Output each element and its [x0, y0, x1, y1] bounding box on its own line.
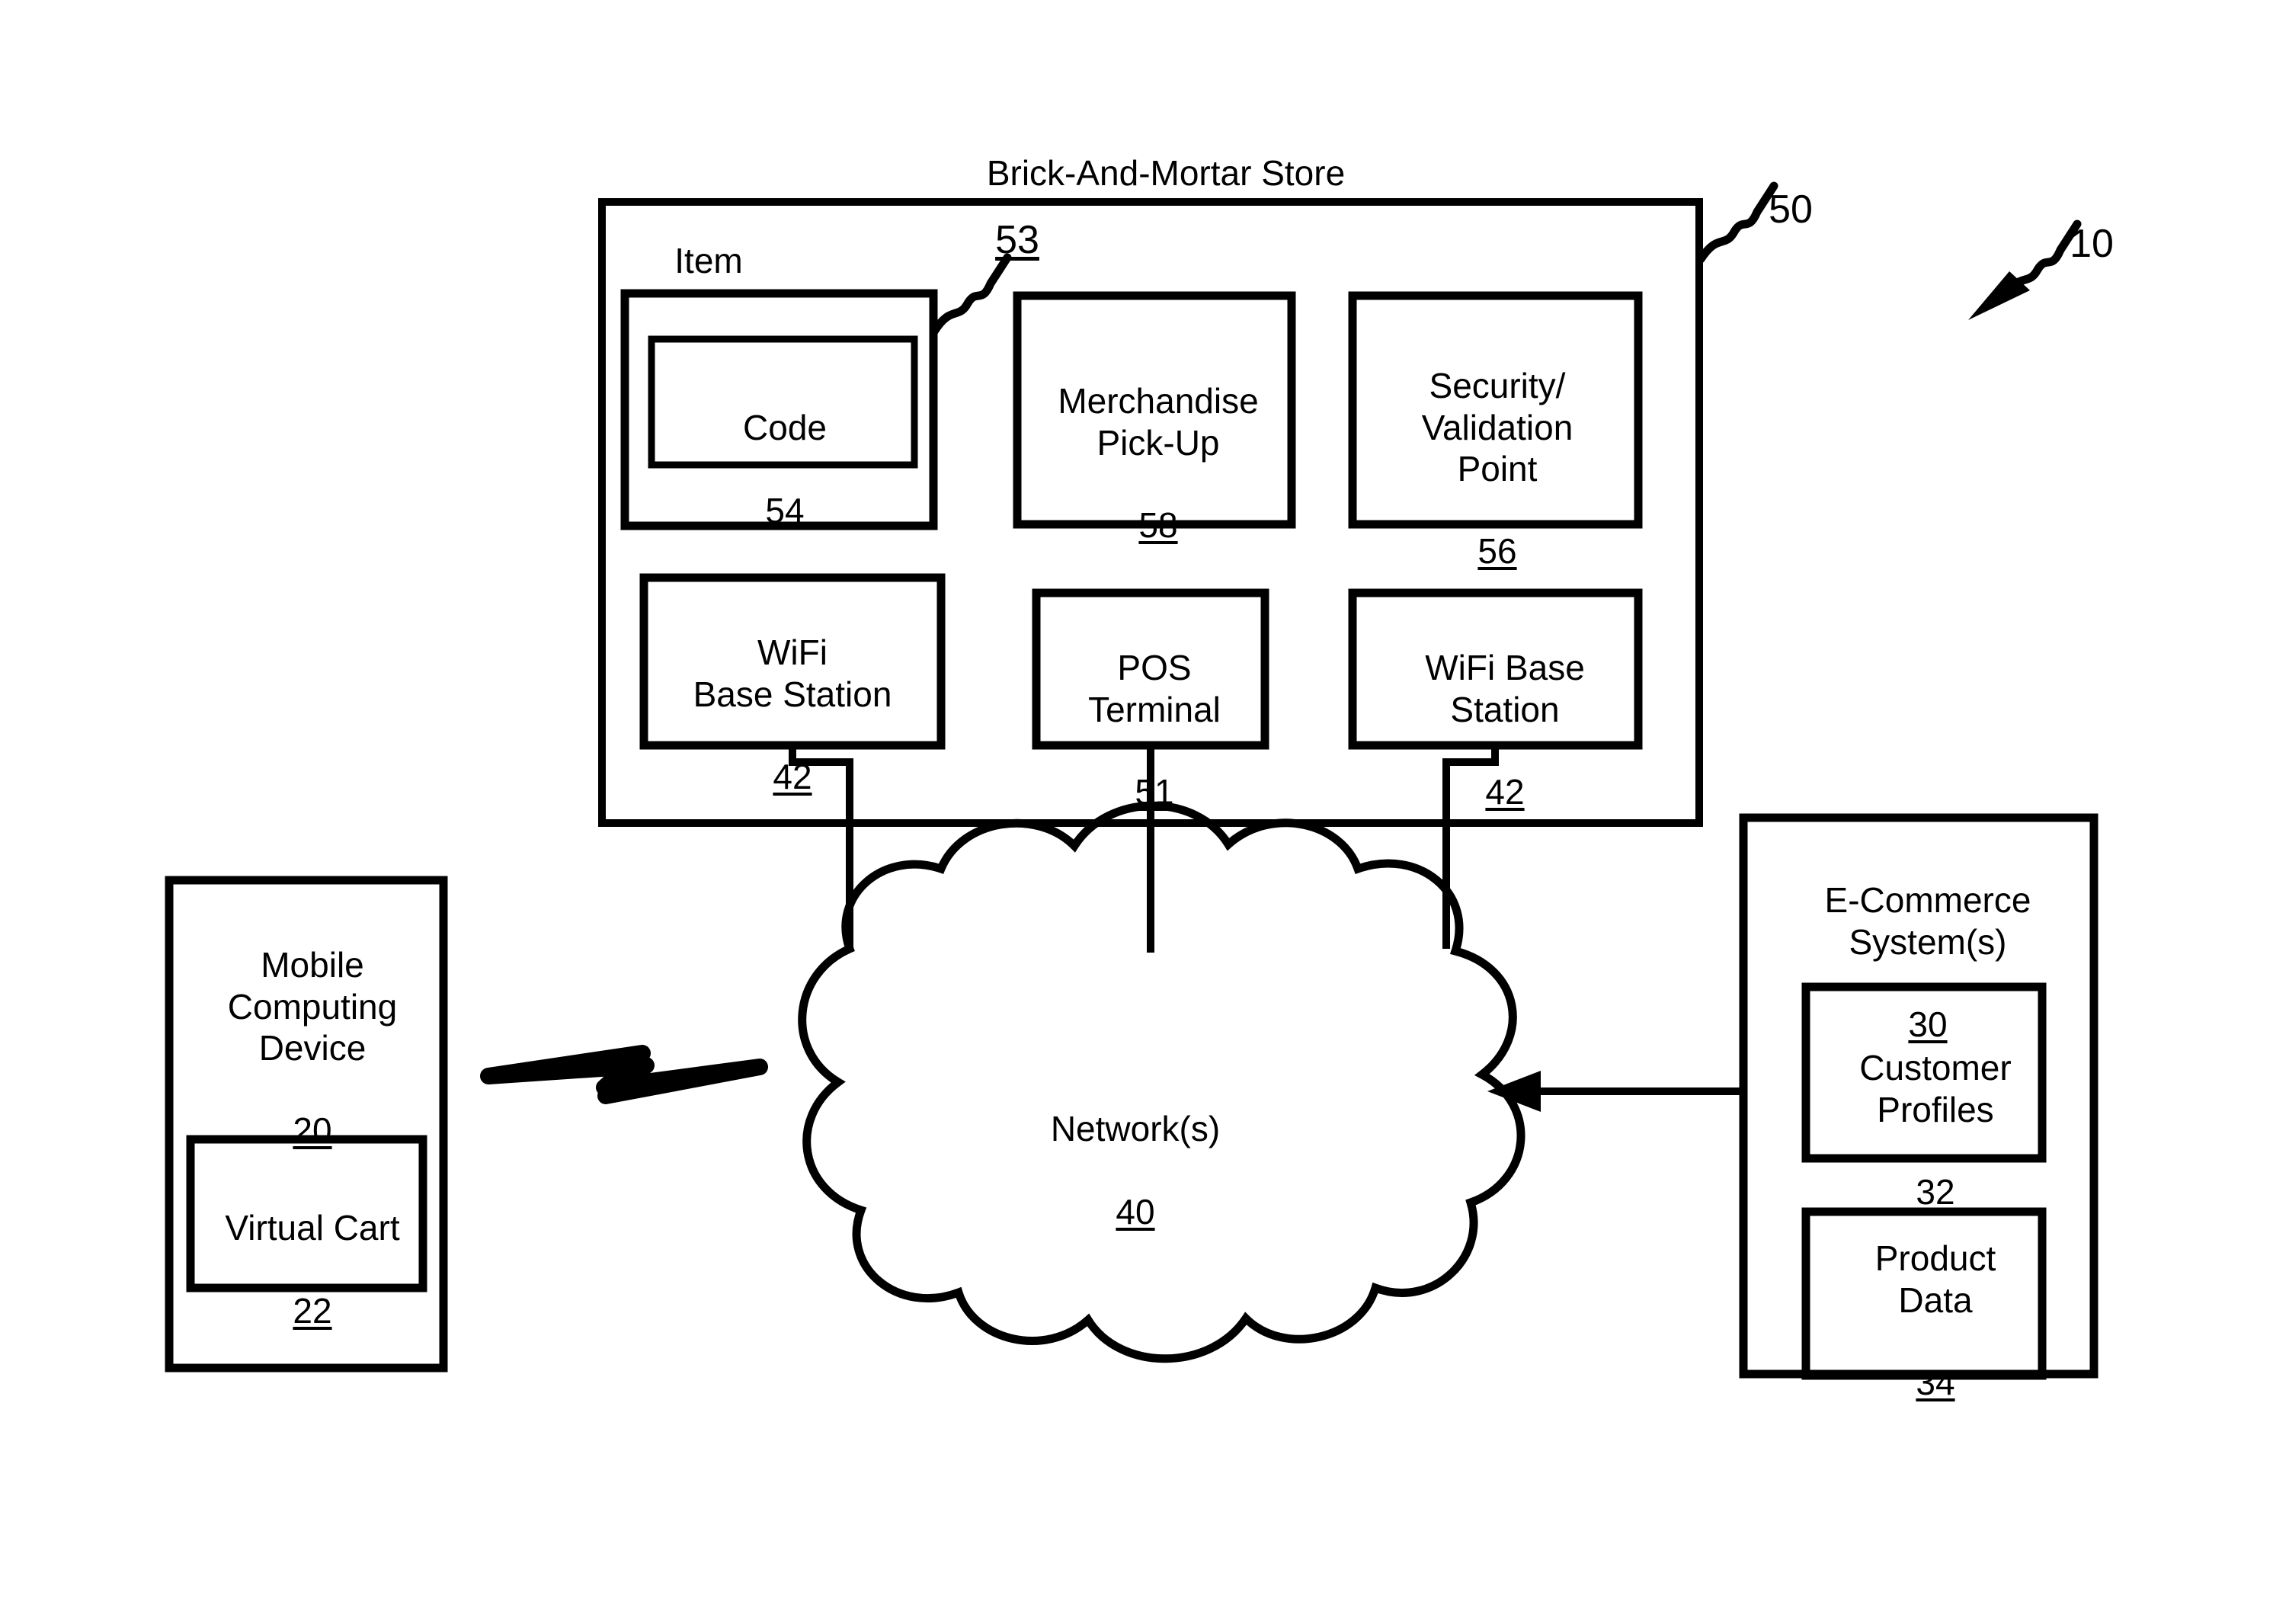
code-box-label: Code 54 — [651, 366, 918, 531]
security-validation-ref: 56 — [1477, 531, 1517, 572]
wifi-base-station-left-ref: 42 — [773, 757, 812, 797]
customer-profiles-text: Customer Profiles — [1859, 1048, 2012, 1129]
mobile-device-ref: 20 — [293, 1110, 332, 1151]
virtual-cart-text: Virtual Cart — [225, 1208, 400, 1248]
wifi-base-station-right-label: WiFi Base Station 42 — [1364, 606, 1646, 812]
pos-terminal-text: POS Terminal — [1088, 648, 1221, 729]
merchandise-pickup-text: Merchandise Pick-Up — [1058, 381, 1259, 463]
code-label: Code — [743, 408, 827, 448]
patent-figure: Brick-And-Mortar Store 53 50 10 Item Cod… — [0, 0, 2273, 1624]
product-data-text: Product Data — [1874, 1238, 1996, 1320]
security-validation-label: Security/ Validation Point 56 — [1353, 324, 1642, 572]
ref-number-53: 53 — [995, 218, 1039, 262]
item-label: Item — [674, 241, 743, 280]
merchandise-pickup-label: Merchandise Pick-Up 58 — [1017, 339, 1299, 546]
ref-number-10: 10 — [2070, 222, 2114, 266]
wifi-base-station-left-label: WiFi Base Station 42 — [648, 591, 937, 797]
pos-terminal-ref: 51 — [1135, 772, 1174, 812]
mobile-device-text: Mobile Computing Device — [227, 945, 398, 1068]
wifi-base-station-right-text: WiFi Base Station — [1425, 648, 1585, 729]
virtual-cart-label: Virtual Cart 22 — [190, 1166, 434, 1331]
store-title: Brick-And-Mortar Store — [986, 153, 1346, 193]
network-text: Network(s) — [1050, 1109, 1221, 1149]
product-data-ref: 34 — [1916, 1363, 1955, 1403]
merchandise-pickup-ref: 58 — [1138, 505, 1178, 546]
network-ref: 40 — [1116, 1191, 1155, 1232]
security-validation-text: Security/ Validation Point — [1421, 366, 1573, 488]
code-ref: 54 — [765, 490, 805, 530]
pos-terminal-label: POS Terminal 51 — [1036, 606, 1273, 812]
ref-number-50: 50 — [1769, 187, 1813, 232]
product-data-label: Product Data 34 — [1814, 1196, 2057, 1403]
virtual-cart-ref: 22 — [293, 1290, 332, 1331]
network-label: Network(s) 40 — [975, 1067, 1295, 1232]
ref-squiggle-53 — [930, 253, 1012, 336]
mobile-device-label: Mobile Computing Device 20 — [171, 903, 453, 1152]
ecommerce-system-text: E-Commerce System(s) — [1824, 880, 2031, 962]
wifi-base-station-left-text: WiFi Base Station — [693, 633, 892, 714]
wireless-bolt-icon — [480, 1045, 768, 1104]
customer-profiles-label: Customer Profiles 32 — [1814, 1006, 2057, 1212]
wifi-base-station-right-ref: 42 — [1485, 772, 1525, 812]
